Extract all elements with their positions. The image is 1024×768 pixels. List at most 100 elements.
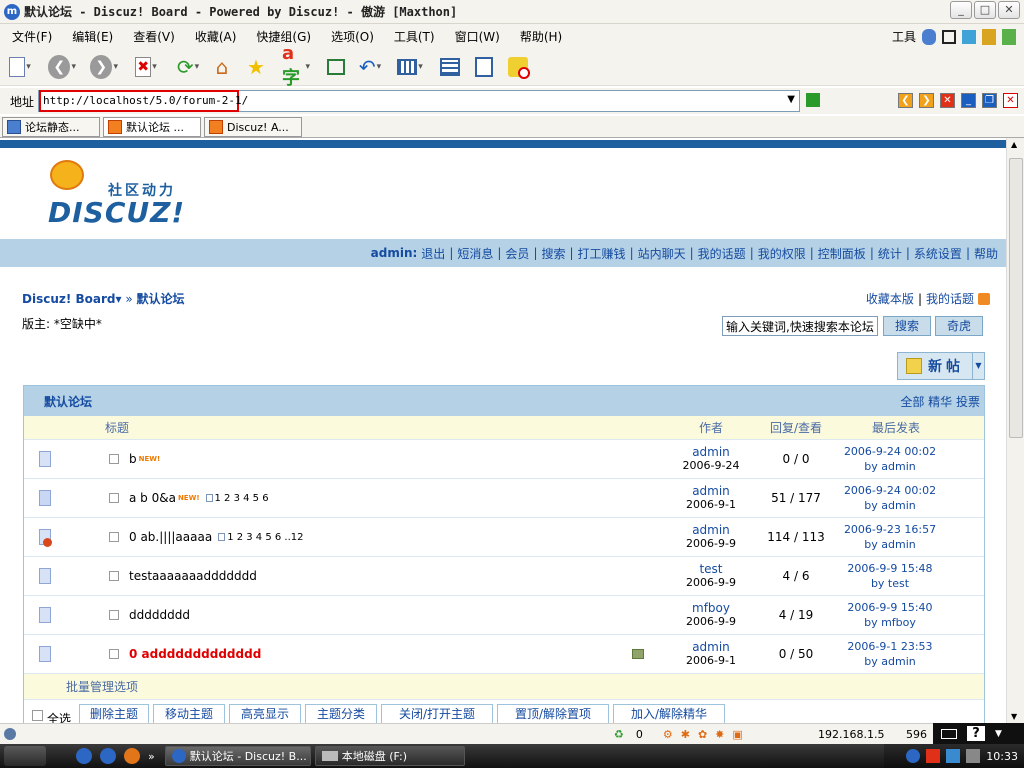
plugin-icon[interactable] bbox=[922, 28, 936, 45]
restore-tab-icon[interactable]: ❐ bbox=[982, 93, 997, 108]
address-dropdown-icon[interactable]: ▼ bbox=[787, 94, 795, 105]
tray-shield-icon[interactable] bbox=[926, 749, 941, 763]
thread-title[interactable]: 0 addddddddddddd bbox=[129, 647, 261, 661]
maximize-button[interactable]: □ bbox=[974, 1, 996, 19]
last-post-time[interactable]: 2006-9-23 16:57 bbox=[830, 522, 950, 537]
last-post-by[interactable]: by admin bbox=[830, 537, 950, 552]
thread-title[interactable]: a b 0&a bbox=[129, 491, 176, 505]
qihoo-search-button[interactable]: 奇虎 bbox=[935, 316, 983, 336]
breadcrumb-home[interactable]: Discuz! Board bbox=[22, 292, 116, 306]
thread-author[interactable]: admin bbox=[666, 484, 756, 498]
menu-groups[interactable]: 快捷组(G) bbox=[244, 28, 319, 45]
recycle-icon[interactable]: ♻ bbox=[614, 728, 624, 741]
new-post-button[interactable]: 新帖 ▼ bbox=[897, 352, 985, 380]
next-tab-icon[interactable]: ❯ bbox=[919, 93, 934, 108]
thread-checkbox[interactable] bbox=[109, 493, 119, 503]
last-post-time[interactable]: 2006-9-9 15:48 bbox=[830, 561, 950, 576]
stop-button[interactable]: ✖ ▾ bbox=[132, 53, 160, 81]
tab-discuz[interactable]: Discuz! A... bbox=[204, 117, 302, 137]
menu-options[interactable]: 选项(O) bbox=[319, 28, 382, 45]
sticky-button[interactable]: 置顶/解除置项 bbox=[497, 704, 610, 723]
tray-maxthon-icon[interactable] bbox=[906, 749, 921, 763]
nav-control-panel[interactable]: 控制面板 bbox=[818, 245, 866, 262]
close-tab-icon[interactable]: ✕ bbox=[940, 93, 955, 108]
scroll-down-icon[interactable]: ▼ bbox=[1011, 712, 1017, 721]
keyboard-icon[interactable] bbox=[941, 728, 957, 739]
table-row[interactable]: b NEW! admin 2006-9-24 0 / 0 2006-9-24 00:… bbox=[24, 440, 984, 479]
tab-forum[interactable]: 默认论坛 ... bbox=[103, 117, 201, 137]
close-window-button[interactable]: ✕ bbox=[998, 1, 1020, 19]
tray-volume-icon[interactable] bbox=[966, 749, 981, 763]
thread-author[interactable]: test bbox=[666, 562, 756, 576]
table-row[interactable]: 0 addddddddddddd admin 2006-9-1 0 / 50 20… bbox=[24, 635, 984, 674]
thread-title[interactable]: dddddddd bbox=[129, 608, 190, 622]
menu-tools[interactable]: 工具(T) bbox=[382, 28, 443, 45]
close-all-icon[interactable]: ✕ bbox=[1003, 93, 1018, 108]
page-links[interactable]: 1 2 3 4 5 6 bbox=[205, 493, 269, 504]
paint-icon[interactable] bbox=[1002, 28, 1016, 45]
digest-button[interactable]: 加入/解除精华 bbox=[613, 704, 726, 723]
scroll-up-icon[interactable]: ▲ bbox=[1011, 140, 1017, 149]
prev-tab-icon[interactable]: ❮ bbox=[898, 93, 913, 108]
vertical-scrollbar[interactable]: ▲ ▼ bbox=[1006, 138, 1024, 723]
favorites-button[interactable]: ★ bbox=[242, 53, 270, 81]
delete-topic-button[interactable]: 删除主题 bbox=[79, 704, 150, 723]
nav-permissions[interactable]: 我的权限 bbox=[758, 245, 806, 262]
address-input[interactable]: http://localhost/5.0/forum-2-1/ ▼ bbox=[38, 90, 800, 112]
minimize-button[interactable]: _ bbox=[950, 1, 972, 19]
home-button[interactable]: ⌂ bbox=[208, 53, 236, 81]
table-row[interactable]: testaaaaaaaddddddd test 2006-9-9 4 / 6 20… bbox=[24, 557, 984, 596]
discuz-logo[interactable]: 社区动力 DISCUZ! bbox=[46, 156, 196, 231]
thread-checkbox[interactable] bbox=[109, 649, 119, 659]
new-page-button[interactable]: ▾ bbox=[6, 53, 34, 81]
breadcrumb-arrow[interactable]: ▾ » bbox=[116, 292, 133, 306]
move-topic-button[interactable]: 移动主题 bbox=[153, 704, 226, 723]
scroll-thumb[interactable] bbox=[1009, 158, 1023, 438]
thread-checkbox[interactable] bbox=[109, 454, 119, 464]
go-icon[interactable] bbox=[806, 93, 820, 107]
rss-icon[interactable] bbox=[978, 292, 990, 305]
forward-button[interactable]: ❯ ▾ bbox=[90, 53, 118, 81]
tools-label[interactable]: 工具 bbox=[892, 28, 916, 45]
nav-help[interactable]: 帮助 bbox=[974, 245, 998, 262]
refresh-button[interactable]: ⟳ ▾ bbox=[174, 53, 202, 81]
table-row[interactable]: a b 0&a NEW! 1 2 3 4 5 6 admin 2006-9-1 51 … bbox=[24, 479, 984, 518]
task-explorer[interactable]: 本地磁盘 (F:) bbox=[314, 746, 465, 766]
quicklaunch-firefox-icon[interactable] bbox=[124, 748, 140, 764]
nav-logout[interactable]: 退出 bbox=[421, 245, 445, 262]
last-post-time[interactable]: 2006-9-1 23:53 bbox=[830, 639, 950, 654]
last-post-by[interactable]: by admin bbox=[830, 654, 950, 669]
thread-checkbox[interactable] bbox=[109, 571, 119, 581]
menu-help[interactable]: 帮助(H) bbox=[508, 28, 570, 45]
quicklaunch-maxthon2-icon[interactable] bbox=[100, 748, 116, 764]
help-dropdown-icon[interactable]: ▼ bbox=[995, 729, 1002, 739]
thread-author[interactable]: mfboy bbox=[666, 601, 756, 615]
nav-stats[interactable]: 统计 bbox=[878, 245, 902, 262]
list-button[interactable] bbox=[436, 53, 464, 81]
columns-button[interactable]: ▾ bbox=[396, 53, 424, 81]
page-numbers[interactable]: 1 2 3 4 5 6 ..12 bbox=[227, 532, 303, 543]
thread-title[interactable]: b bbox=[129, 452, 137, 466]
forum-search-input[interactable]: 输入关键词,快速搜索本论坛 bbox=[722, 316, 878, 336]
menu-view[interactable]: 查看(V) bbox=[121, 28, 183, 45]
thread-checkbox[interactable] bbox=[109, 532, 119, 542]
back-button[interactable]: ❮ ▾ bbox=[48, 53, 76, 81]
window-icon[interactable] bbox=[942, 29, 956, 44]
quicklaunch-maxthon-icon[interactable] bbox=[76, 748, 92, 764]
thread-author[interactable]: admin bbox=[666, 523, 756, 537]
edit-button[interactable] bbox=[470, 53, 498, 81]
favorite-forum-link[interactable]: 收藏本版 bbox=[866, 290, 914, 307]
nav-messages[interactable]: 短消息 bbox=[457, 245, 493, 262]
thread-title[interactable]: 0 ab.||||aaaaa bbox=[129, 530, 212, 544]
highlight-button[interactable]: 高亮显示 bbox=[229, 704, 302, 723]
forum-filters[interactable]: 全部 精华 投票 bbox=[900, 393, 980, 410]
table-row[interactable]: dddddddd mfboy 2006-9-9 4 / 19 2006-9-9 1… bbox=[24, 596, 984, 635]
last-post-time[interactable]: 2006-9-24 00:02 bbox=[830, 483, 950, 498]
min-tab-icon[interactable]: _ bbox=[961, 93, 976, 108]
translate-button[interactable]: a字 ▾ bbox=[282, 43, 310, 89]
block-button[interactable] bbox=[504, 53, 532, 81]
menu-window[interactable]: 窗口(W) bbox=[443, 28, 508, 45]
thread-author[interactable]: admin bbox=[666, 640, 756, 654]
start-icon[interactable] bbox=[4, 746, 46, 766]
page-links[interactable]: 1 2 3 4 5 6 ..12 bbox=[218, 532, 304, 543]
